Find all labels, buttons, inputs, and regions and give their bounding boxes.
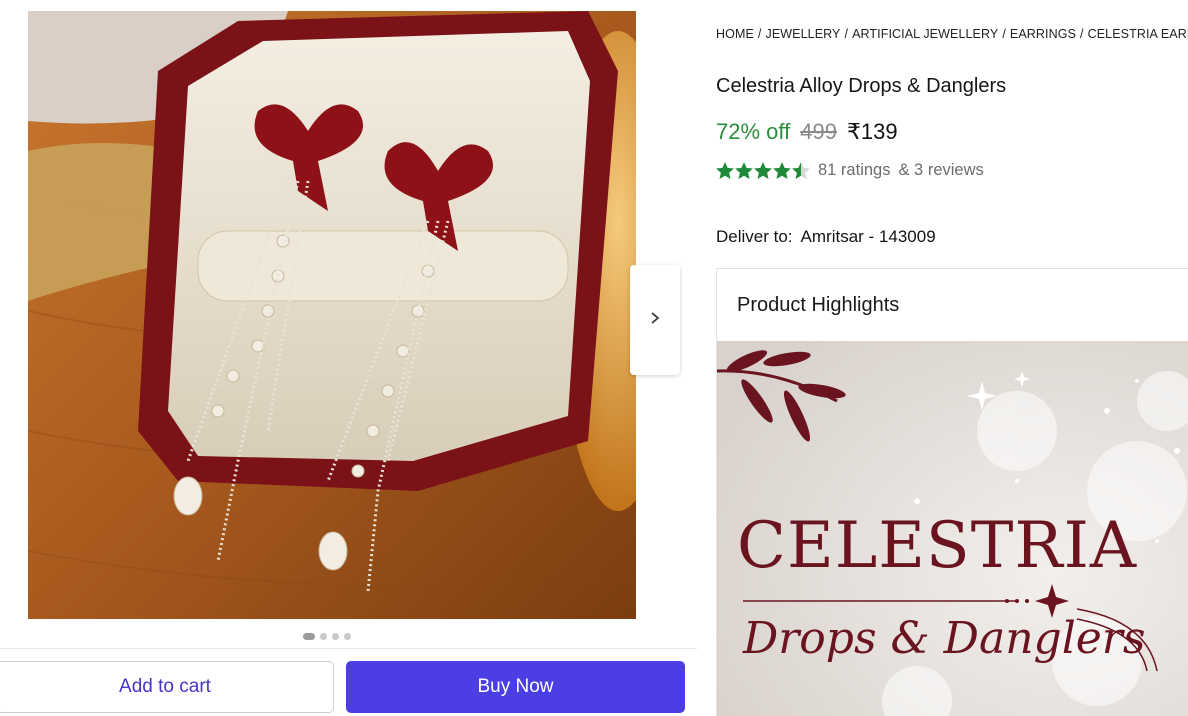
ratings-count: 81 ratings (818, 161, 891, 179)
delivery-location-value: Amritsar - 143009 (800, 227, 936, 246)
deliver-to-label: Deliver to: (716, 227, 793, 246)
breadcrumb-earrings[interactable]: EARRINGS (1010, 27, 1076, 41)
banner-tagline-text: Drops & Danglers (743, 613, 1146, 664)
star-rating (716, 162, 810, 179)
breadcrumb-home[interactable]: HOME (716, 27, 754, 41)
breadcrumb-current[interactable]: CELESTRIA EARRINGS (1088, 27, 1188, 41)
product-image[interactable] (28, 11, 636, 619)
gallery-pagination (303, 633, 351, 640)
mrp-text: 499 (800, 119, 837, 144)
discount-text: 72% off (716, 119, 791, 144)
reviews-count: & 3 reviews (898, 161, 984, 179)
gallery-dot[interactable] (320, 633, 327, 640)
star-icon (773, 162, 791, 179)
gallery-dot[interactable] (332, 633, 339, 640)
highlights-heading: Product Highlights (737, 293, 900, 316)
chevron-right-icon (648, 311, 662, 330)
breadcrumb-artificial-jewellery[interactable]: ARTIFICIAL JEWELLERY (852, 27, 998, 41)
price-row: 72% off 499 ₹139 (716, 119, 898, 145)
product-highlights: Product Highlights CELESTRIA Drops & Dan… (716, 268, 1188, 716)
banner-brand-text: CELESTRIA (737, 509, 1138, 583)
delivery-location[interactable]: Deliver to: Amritsar - 143009 (716, 227, 936, 247)
add-to-cart-button[interactable]: Add to cart (0, 661, 334, 713)
star-icon (735, 162, 753, 179)
product-title: Celestria Alloy Drops & Danglers (716, 75, 1007, 97)
highlights-banner: CELESTRIA Drops & Danglers (717, 341, 1188, 716)
star-icon (754, 162, 772, 179)
buy-now-button[interactable]: Buy Now (346, 661, 685, 713)
gallery-next-button[interactable] (630, 265, 680, 375)
gallery-dot[interactable] (303, 633, 315, 640)
star-half-icon (792, 162, 810, 179)
star-icon (716, 162, 734, 179)
action-bar: Add to cart Buy Now (0, 648, 697, 716)
rating-row[interactable]: 81 ratings & 3 reviews (716, 161, 984, 180)
gallery-dot[interactable] (344, 633, 351, 640)
breadcrumb-jewellery[interactable]: JEWELLERY (765, 27, 840, 41)
price-text: ₹139 (846, 119, 898, 144)
breadcrumb: HOME / JEWELLERY / ARTIFICIAL JEWELLERY / EARR… (716, 27, 1188, 41)
